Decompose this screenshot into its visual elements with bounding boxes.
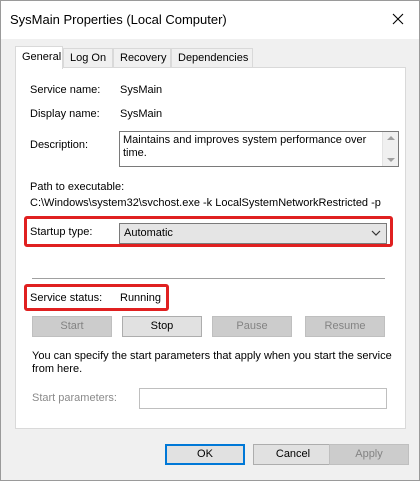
description-label: Description: bbox=[30, 139, 89, 151]
ok-button[interactable]: OK bbox=[165, 444, 245, 465]
tab-dependencies[interactable]: Dependencies bbox=[171, 48, 253, 68]
close-button[interactable] bbox=[384, 5, 412, 33]
properties-dialog: SysMain Properties (Local Computer) Gene… bbox=[0, 0, 420, 481]
window-title: SysMain Properties (Local Computer) bbox=[10, 12, 227, 27]
stop-button[interactable]: Stop bbox=[122, 316, 202, 337]
description-field[interactable]: Maintains and improves system performanc… bbox=[119, 131, 399, 167]
start-params-info: You can specify the start parameters tha… bbox=[32, 350, 392, 375]
cancel-button[interactable]: Cancel bbox=[253, 444, 333, 465]
service-status-value: Running bbox=[120, 292, 161, 304]
resume-button[interactable]: Resume bbox=[305, 316, 385, 337]
description-scrollbar[interactable] bbox=[382, 132, 398, 166]
service-name-label: Service name: bbox=[30, 84, 101, 96]
general-panel: Service name: SysMain Display name: SysM… bbox=[15, 67, 406, 429]
start-params-label: Start parameters: bbox=[32, 392, 117, 404]
description-text: Maintains and improves system performanc… bbox=[123, 134, 367, 159]
startup-type-select[interactable]: Automatic bbox=[119, 223, 387, 244]
display-name-label: Display name: bbox=[30, 108, 100, 120]
chevron-down-icon bbox=[371, 230, 381, 236]
close-icon bbox=[392, 13, 404, 25]
tab-general[interactable]: General bbox=[15, 46, 63, 69]
start-params-input[interactable] bbox=[139, 388, 387, 409]
path-label: Path to executable: bbox=[30, 181, 125, 193]
startup-type-label: Startup type: bbox=[30, 226, 93, 238]
scroll-up-icon[interactable] bbox=[387, 136, 395, 140]
tab-recovery[interactable]: Recovery bbox=[113, 48, 171, 68]
separator bbox=[32, 278, 385, 279]
service-name-value: SysMain bbox=[120, 84, 163, 96]
display-name-value: SysMain bbox=[120, 108, 163, 120]
start-button[interactable]: Start bbox=[32, 316, 112, 337]
title-bar: SysMain Properties (Local Computer) bbox=[1, 1, 419, 39]
apply-button[interactable]: Apply bbox=[329, 444, 409, 465]
startup-type-value: Automatic bbox=[124, 227, 173, 239]
service-status-label: Service status: bbox=[30, 292, 103, 304]
tab-log-on[interactable]: Log On bbox=[63, 48, 113, 68]
path-value: C:\Windows\system32\svchost.exe -k Local… bbox=[30, 197, 381, 209]
pause-button[interactable]: Pause bbox=[212, 316, 292, 337]
scroll-down-icon[interactable] bbox=[387, 158, 395, 162]
